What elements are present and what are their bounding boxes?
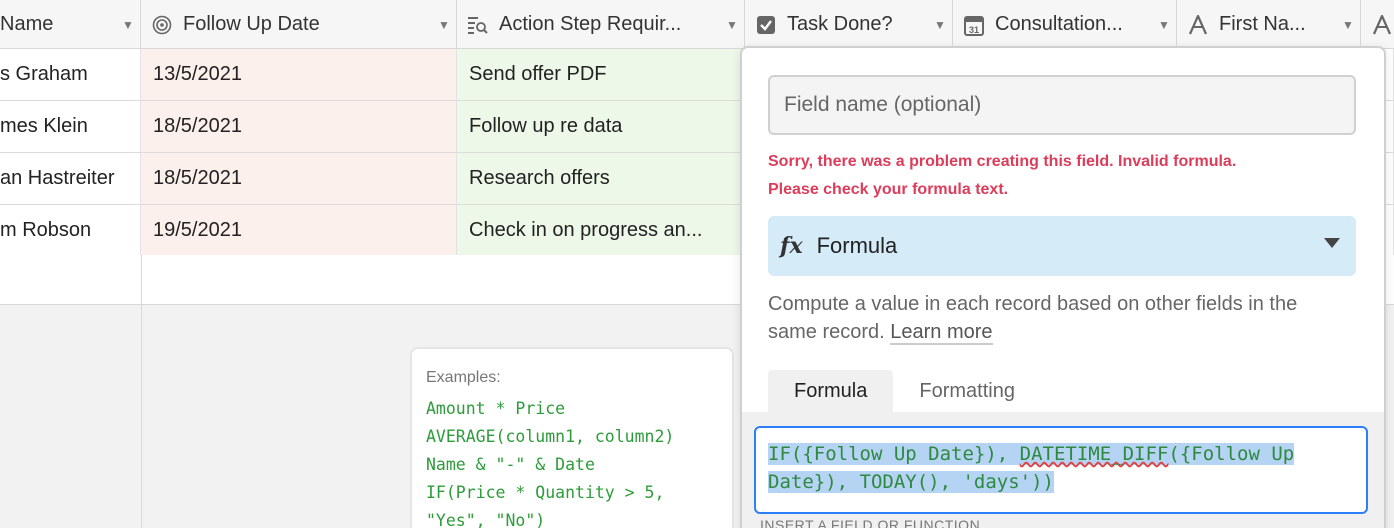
example-line: Amount * Price — [426, 399, 566, 418]
field-type-description: Compute a value in each record based on … — [768, 290, 1348, 346]
example-line: AVERAGE(column1, column2) — [426, 427, 675, 446]
error-line: Sorry, there was a problem creating this… — [768, 153, 1237, 170]
column-header-label: First Na... — [1219, 13, 1306, 35]
column-header-label: Consultation... — [995, 13, 1123, 35]
action-cell[interactable]: Research offers — [457, 153, 745, 204]
column-divider — [141, 255, 142, 305]
column-header-first-name[interactable]: First Na... ▼ — [1177, 0, 1361, 49]
example-line: "Yes", "No") — [426, 511, 546, 528]
date-text: 18/5/2021 — [153, 167, 242, 189]
description-text: Compute a value in each record based on … — [768, 293, 1298, 343]
action-text: Check in on progress an... — [469, 219, 703, 241]
column-header-label: Task Done? — [787, 13, 893, 35]
column-header-next[interactable] — [1361, 0, 1394, 49]
dropdown-caret-icon — [1324, 238, 1340, 248]
formula-text: IF({Follow Up Date}), — [768, 443, 1020, 465]
action-text: Follow up re data — [469, 115, 623, 137]
letter-a-icon — [1187, 14, 1209, 36]
date-text: 18/5/2021 — [153, 115, 242, 137]
error-line: Please check your formula text. — [768, 181, 1009, 198]
svg-text:31: 31 — [969, 25, 979, 35]
formula-examples-popover: Examples: Amount * Price AVERAGE(column1… — [410, 347, 734, 528]
action-cell[interactable]: Send offer PDF — [457, 49, 745, 100]
grid-header-row: Name ▼ Follow Up Date ▼ Action Step Requ… — [0, 0, 1394, 49]
action-cell[interactable]: Follow up re data — [457, 101, 745, 152]
formula-function: DATETIME_DIFF — [1019, 443, 1169, 465]
date-text: 19/5/2021 — [153, 219, 242, 241]
tab-formatting[interactable]: Formatting — [893, 370, 1041, 412]
chevron-down-icon[interactable]: ▼ — [1336, 18, 1360, 32]
name-cell[interactable]: s Graham — [0, 49, 141, 100]
date-cell[interactable]: 19/5/2021 — [141, 205, 457, 256]
date-cell[interactable]: 18/5/2021 — [141, 153, 457, 204]
name-text: an Hastreiter — [0, 167, 115, 189]
action-text: Research offers — [469, 167, 610, 189]
action-text: Send offer PDF — [469, 63, 607, 85]
example-line: IF(Price * Quantity > 5, — [426, 483, 665, 502]
lookup-icon — [467, 14, 489, 36]
action-cell[interactable]: Check in on progress an... — [457, 205, 745, 256]
column-header-task-done[interactable]: Task Done? ▼ — [745, 0, 953, 49]
calendar-icon: 31 — [963, 14, 985, 36]
column-header-label: Name — [0, 13, 54, 35]
name-text: m Robson — [0, 219, 92, 241]
column-header-follow-up-date[interactable]: Follow Up Date ▼ — [141, 0, 457, 49]
name-cell[interactable]: an Hastreiter — [0, 153, 141, 204]
error-message: Sorry, there was a problem creating this… — [768, 148, 1348, 204]
column-header-action-step[interactable]: Action Step Requir... ▼ — [457, 0, 745, 49]
field-type-label: Formula — [816, 233, 898, 258]
column-header-label: Follow Up Date — [183, 13, 320, 35]
name-cell[interactable]: m Robson — [0, 205, 141, 256]
example-line: Name & "-" & Date — [426, 455, 595, 474]
date-cell[interactable]: 13/5/2021 — [141, 49, 457, 100]
column-header-label: Action Step Requir... — [499, 13, 682, 35]
formula-tabs: Formula Formatting — [768, 370, 1041, 412]
column-header-name[interactable]: Name ▼ — [0, 0, 141, 49]
name-cell[interactable]: mes Klein — [0, 101, 141, 152]
field-config-panel: Sorry, there was a problem creating this… — [740, 46, 1386, 528]
formula-input[interactable]: IF({Follow Up Date}), DATETIME_DIFF({Fol… — [754, 426, 1368, 514]
formula-fx-icon: fx — [780, 233, 803, 259]
learn-more-link[interactable]: Learn more — [890, 321, 993, 345]
column-header-consultation[interactable]: 31 Consultation... ▼ — [953, 0, 1177, 49]
date-cell[interactable]: 18/5/2021 — [141, 101, 457, 152]
chevron-down-icon[interactable]: ▼ — [1152, 18, 1176, 32]
name-text: s Graham — [0, 63, 88, 85]
examples-title: Examples: — [426, 369, 501, 386]
chevron-down-icon[interactable]: ▼ — [432, 18, 456, 32]
chevron-down-icon[interactable]: ▼ — [720, 18, 744, 32]
letter-a-icon — [1371, 14, 1393, 36]
field-type-select[interactable]: fx Formula — [768, 216, 1356, 276]
checkbox-icon — [755, 14, 777, 36]
insert-field-label: INSERT A FIELD OR FUNCTION — [760, 517, 981, 528]
spiral-formula-icon — [151, 14, 173, 36]
grid-view: Name ▼ Follow Up Date ▼ Action Step Requ… — [0, 0, 1394, 528]
chevron-down-icon[interactable]: ▼ — [116, 18, 140, 32]
chevron-down-icon[interactable]: ▼ — [928, 18, 952, 32]
column-divider — [141, 305, 142, 528]
tab-formula[interactable]: Formula — [768, 370, 894, 412]
name-text: mes Klein — [0, 115, 88, 137]
field-name-input[interactable] — [768, 75, 1356, 135]
date-text: 13/5/2021 — [153, 63, 242, 85]
formula-selection: IF({Follow Up Date}), DATETIME_DIFF({Fol… — [768, 443, 1295, 493]
